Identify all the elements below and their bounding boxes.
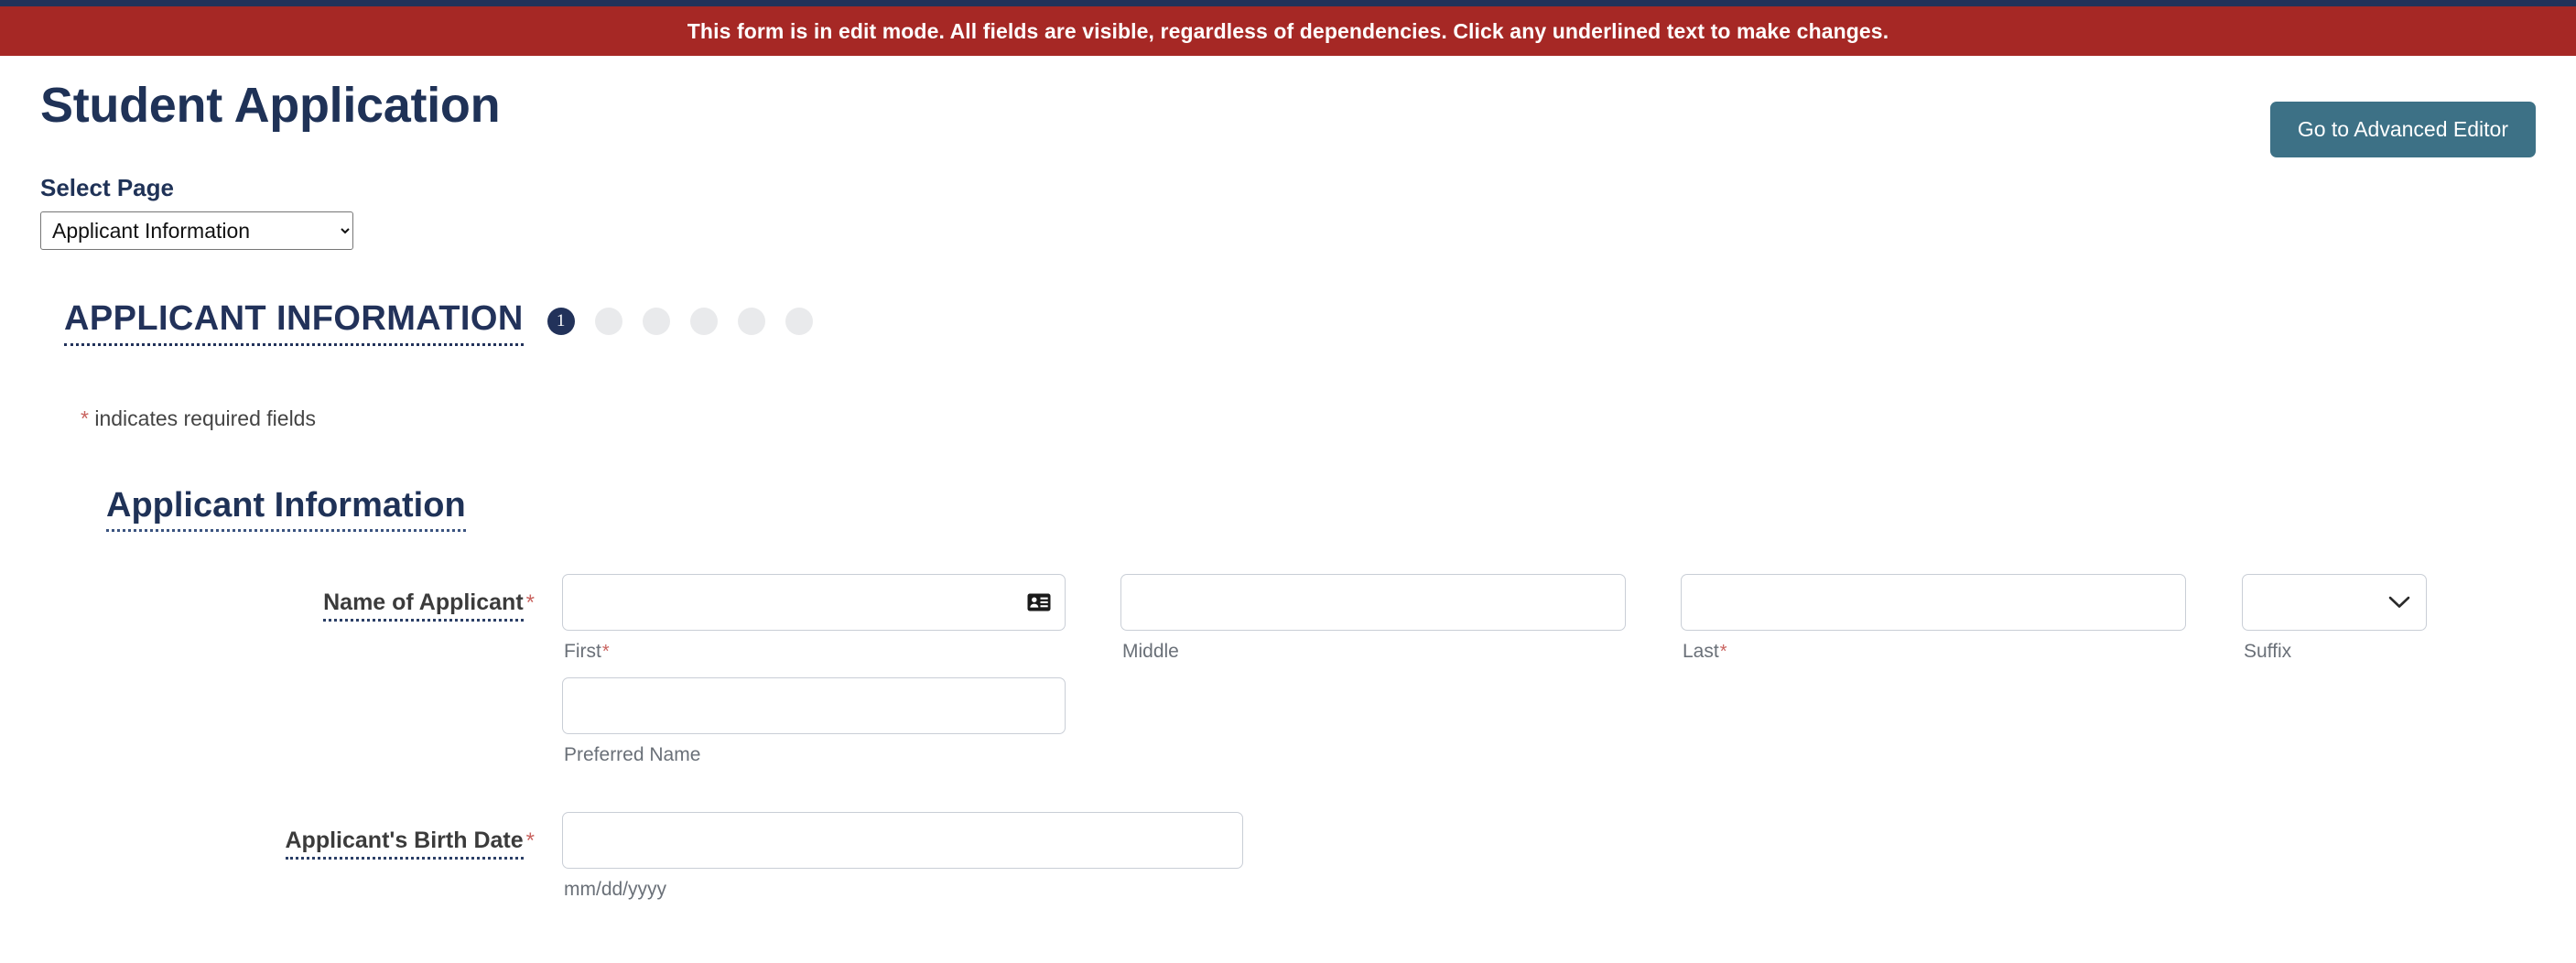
field-label-applicants-birth-date[interactable]: Applicant's Birth Date [285,828,524,860]
subfield-label-first-text: First [564,641,601,662]
required-note-star: * [81,406,89,430]
step-dot-list: 1 [547,307,813,339]
form-fields-area: Name of Applicant * First* Middle Last* … [40,574,2536,901]
field-label-name-of-applicant[interactable]: Name of Applicant [323,590,524,622]
field-label-cell-preferred [40,677,562,693]
edit-mode-banner-text: This form is in edit mode. All fields ar… [687,18,1889,43]
top-accent-strip [0,0,2576,6]
subfield-label-last-text: Last [1683,641,1719,662]
section-heading-applicant-information[interactable]: Applicant Information [106,486,466,532]
first-name-input-wrap [562,574,1066,631]
first-name-input[interactable] [562,574,1066,631]
subfield-label-birth-date-format: mm/dd/yyyy [564,879,1243,901]
subfield-label-birth-date-format-text: mm/dd/yyyy [564,879,667,900]
subfield-label-middle: Middle [1122,641,1626,663]
subfield-label-first: First* [564,641,1066,663]
field-required-star-birth-date: * [525,828,535,853]
step-dot-2[interactable] [594,307,622,335]
subfield-label-last: Last* [1683,641,2186,663]
subfield-star-last: * [1719,642,1727,662]
field-row-name-of-applicant: Name of Applicant * First* Middle Last* … [40,574,2536,663]
step-dot-3[interactable] [642,307,670,335]
step-dot-4[interactable] [689,307,718,335]
page-body: Student Application Go to Advanced Edito… [0,56,2576,901]
edit-mode-banner: This form is in edit mode. All fields ar… [0,6,2576,56]
birth-date-subfields: mm/dd/yyyy [562,812,1243,901]
field-label-birth-date-text: Applicant's Birth Date [285,828,524,853]
step-title-applicant-information[interactable]: APPLICANT INFORMATION [64,299,524,346]
field-label-cell-birth-date: Applicant's Birth Date * [40,812,562,860]
subfield-label-suffix: Suffix [2244,641,2427,663]
field-label-text: Name of Applicant [323,590,524,615]
subfield-label-preferred-name-text: Preferred Name [564,744,701,765]
select-page-dropdown[interactable]: Applicant Information [40,211,353,250]
subfield-preferred-name: Preferred Name [562,677,1066,766]
field-row-birth-date: Applicant's Birth Date * mm/dd/yyyy [40,812,2536,901]
subfield-middle: Middle [1120,574,1626,663]
select-page-label: Select Page [40,174,174,201]
page-title: Student Application [40,78,501,133]
required-note-text: indicates required fields [88,406,316,430]
subfield-label-middle-text: Middle [1122,641,1179,662]
preferred-name-input[interactable] [562,677,1066,734]
field-row-preferred-name: Preferred Name [40,677,2536,766]
preferred-name-subfields: Preferred Name [562,677,1066,766]
last-name-input[interactable] [1681,574,2186,631]
subfield-label-suffix-text: Suffix [2244,641,2292,662]
step-navigation: APPLICANT INFORMATION 1 [64,299,2536,346]
subfield-birth-date: mm/dd/yyyy [562,812,1243,901]
contact-card-icon[interactable] [1027,593,1051,611]
subfield-label-preferred-name: Preferred Name [564,744,1066,766]
field-label-cell-name: Name of Applicant * [40,574,562,622]
middle-name-input[interactable] [1120,574,1626,631]
go-to-advanced-editor-button[interactable]: Go to Advanced Editor [2269,102,2536,157]
required-fields-note: * indicates required fields [81,406,2536,431]
subfield-first: First* [562,574,1066,663]
step-dot-6[interactable] [785,307,813,335]
field-required-star-name: * [525,590,535,615]
page-header: Student Application Go to Advanced Edito… [40,56,2536,157]
suffix-select[interactable] [2242,574,2427,631]
subfield-suffix: Suffix [2242,574,2427,663]
name-subfields: First* Middle Last* Suffix [562,574,2427,663]
subfield-star-first: * [601,642,610,662]
step-dot-5[interactable] [737,307,765,335]
birth-date-input[interactable] [562,812,1243,869]
step-dot-1-active[interactable]: 1 [547,307,575,335]
suffix-select-wrap [2242,574,2427,631]
subfield-last: Last* [1681,574,2186,663]
